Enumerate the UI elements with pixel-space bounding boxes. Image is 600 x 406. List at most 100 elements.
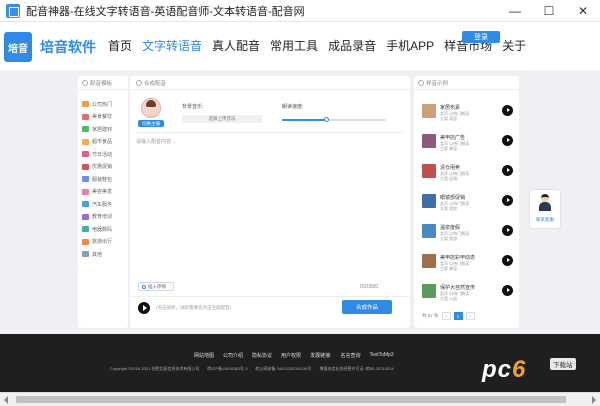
sample-title: 眼镜部促销	[440, 195, 466, 201]
pagination-total: 共 37 条	[422, 313, 439, 318]
window-title: 配音神器-在线文字转语音-英语配音师-文本转语音-配音网	[26, 5, 305, 18]
bgm-upload-button[interactable]: 选择上传音乐	[182, 115, 262, 123]
next-page-button[interactable]: ›	[465, 312, 475, 320]
samples-panel-header: 样音示例	[414, 76, 519, 90]
login-button[interactable]: 登录	[462, 31, 500, 43]
template-item-label: 电器数码	[92, 226, 113, 233]
sample-item[interactable]: 美甲店彩甲动态 女声 以待门朗读 方案 美容	[422, 250, 514, 280]
sample-title: 家居布素	[440, 105, 461, 111]
footer-link[interactable]: TextToMp3	[369, 352, 393, 359]
template-item[interactable]: 服装鞋包	[78, 173, 128, 186]
template-item[interactable]: 教育培训	[78, 211, 128, 224]
sample-item[interactable]: 美甲店广告 女声 以待门朗读 方案 美容	[422, 130, 514, 160]
text-input[interactable]: 请输入配音内容...	[136, 138, 404, 278]
template-panel-header: 配音模板	[78, 76, 128, 90]
scrollbar-thumb[interactable]	[16, 396, 566, 403]
nav-item[interactable]: 真人配音	[212, 37, 260, 54]
template-item-label: 优惠促销	[92, 164, 113, 171]
voice-selector[interactable]: 切换主播	[138, 98, 164, 127]
template-item[interactable]: 电器数码	[78, 223, 128, 236]
insert-pause-button[interactable]: 插入停顿	[138, 282, 174, 291]
template-item[interactable]: 汽车服务	[78, 198, 128, 211]
template-item[interactable]: 旅游出行	[78, 236, 128, 249]
footer-link[interactable]: 隐私协议	[252, 352, 272, 359]
minimize-button[interactable]: —	[498, 0, 532, 22]
speed-slider-fill	[282, 119, 326, 121]
sample-item[interactable]: 温泉度假 女声 以待门朗读 方案 旅游	[422, 220, 514, 250]
template-category-icon	[82, 126, 89, 133]
sample-item[interactable]: 眼镜部促销 女声 以待门朗读 方案 其他	[422, 190, 514, 220]
template-category-icon	[82, 101, 89, 108]
sample-play-icon[interactable]	[502, 105, 513, 116]
template-item[interactable]: 美容美发	[78, 186, 128, 199]
sample-item[interactable]: 保护大自然宣传 女声 以待门朗读 方案 公益	[422, 280, 514, 310]
template-category-icon	[82, 151, 89, 158]
sample-play-icon[interactable]	[502, 165, 513, 176]
template-item[interactable]: 超市食品	[78, 136, 128, 149]
template-item[interactable]: 公司热门	[78, 98, 128, 111]
template-item[interactable]: 其他	[78, 248, 128, 261]
sample-title: 美甲店彩甲动态	[440, 255, 476, 261]
template-item[interactable]: 家居建材	[78, 123, 128, 136]
footer-link[interactable]: 公司介绍	[223, 352, 243, 359]
nav-item[interactable]: 文字转语音	[142, 37, 202, 54]
pc6-tag: 下载站	[550, 358, 576, 370]
footer-copy-text: 皖ICP备18016383号-3	[207, 366, 248, 371]
speed-slider[interactable]	[282, 117, 386, 122]
customer-service-widget[interactable]: 联系客服	[530, 190, 560, 228]
footer-copy-text: 增值电信业务经营许可证: 皖B2-20210204	[319, 366, 394, 371]
scroll-left-icon[interactable]	[4, 396, 8, 404]
template-item-label: 美容美发	[92, 189, 113, 196]
template-item[interactable]: 优惠促销	[78, 161, 128, 174]
horizontal-scrollbar[interactable]	[0, 392, 600, 406]
template-category-icon	[82, 188, 89, 195]
footer-link[interactable]: 网站地图	[194, 352, 214, 359]
bgm-label: 背景音乐:	[182, 104, 204, 110]
current-page[interactable]: 1	[453, 312, 463, 320]
template-panel: 配音模板 公司热门美食餐饮 家居建材 超市食品节日活动优惠促销服装鞋包美容美发汽车服…	[78, 76, 128, 328]
template-item[interactable]: 美食餐饮	[78, 111, 128, 124]
nav-item[interactable]: 首页	[108, 37, 132, 54]
sample-category: 方案 公益	[440, 296, 458, 301]
sample-item[interactable]: 清仓甩卖 女声 以待门朗读 方案 促销	[422, 160, 514, 190]
footer-link[interactable]: 用户权限	[281, 352, 301, 359]
sample-play-icon[interactable]	[502, 225, 513, 236]
sample-play-icon[interactable]	[502, 285, 513, 296]
close-button[interactable]: ✕	[566, 0, 600, 22]
template-list: 公司热门美食餐饮 家居建材 超市食品节日活动优惠促销服装鞋包美容美发汽车服务 教育培训…	[78, 90, 128, 261]
sample-item[interactable]: 家居布素 女声 以待门朗读 方案 家居	[422, 100, 514, 130]
samples-panel: 样音示例 家居布素 女声 以待门朗读 方案 家居 美甲店广告 女声 以待门朗读 方案 美容…	[414, 76, 519, 328]
sample-play-icon[interactable]	[502, 195, 513, 206]
nav-item[interactable]: 关于	[502, 37, 526, 54]
nav-item[interactable]: 手机APP	[386, 37, 434, 54]
sample-thumbnail	[422, 134, 436, 148]
pc6-logo: pc6	[482, 356, 527, 383]
speed-slider-thumb[interactable]	[323, 117, 329, 122]
synthesize-button[interactable]: 合成作品	[342, 300, 392, 314]
voice-avatar[interactable]	[141, 98, 161, 118]
play-icon[interactable]	[138, 302, 150, 314]
template-item-label: 公司热门	[92, 101, 113, 108]
sample-play-icon[interactable]	[502, 255, 513, 266]
prev-page-button[interactable]: ‹	[441, 312, 451, 320]
footer-link[interactable]: 发展链接:	[310, 352, 331, 359]
nav-item[interactable]: 常用工具	[270, 37, 318, 54]
template-item-label: 节日活动	[92, 151, 113, 158]
maximize-button[interactable]: ☐	[532, 0, 566, 22]
switch-voice-button[interactable]: 切换主播	[138, 120, 164, 127]
sample-category: 方案 家居	[440, 116, 458, 121]
nav-item[interactable]: 成品录音	[328, 37, 376, 54]
footer-link[interactable]: 名言查询	[340, 352, 360, 359]
logo-text[interactable]: 培音软件	[40, 37, 96, 57]
template-category-icon	[82, 238, 89, 245]
site-header: 培音 培音软件 首页 文字转语音 真人配音 常用工具 成品录音 手机APP 样音市场 关于 登…	[0, 22, 600, 70]
logo-icon[interactable]: 培音	[4, 32, 32, 62]
scroll-right-icon[interactable]	[592, 396, 596, 404]
template-category-icon	[82, 113, 89, 120]
template-category-icon	[82, 176, 89, 183]
sample-play-icon[interactable]	[502, 135, 513, 146]
template-item[interactable]: 节日活动	[78, 148, 128, 161]
samples-panel-title: 样音示例	[426, 80, 449, 87]
window-titlebar: 配音神器-在线文字转语音-英语配音师-文本转语音-配音网 — ☐ ✕	[0, 0, 600, 22]
divider	[130, 296, 410, 297]
